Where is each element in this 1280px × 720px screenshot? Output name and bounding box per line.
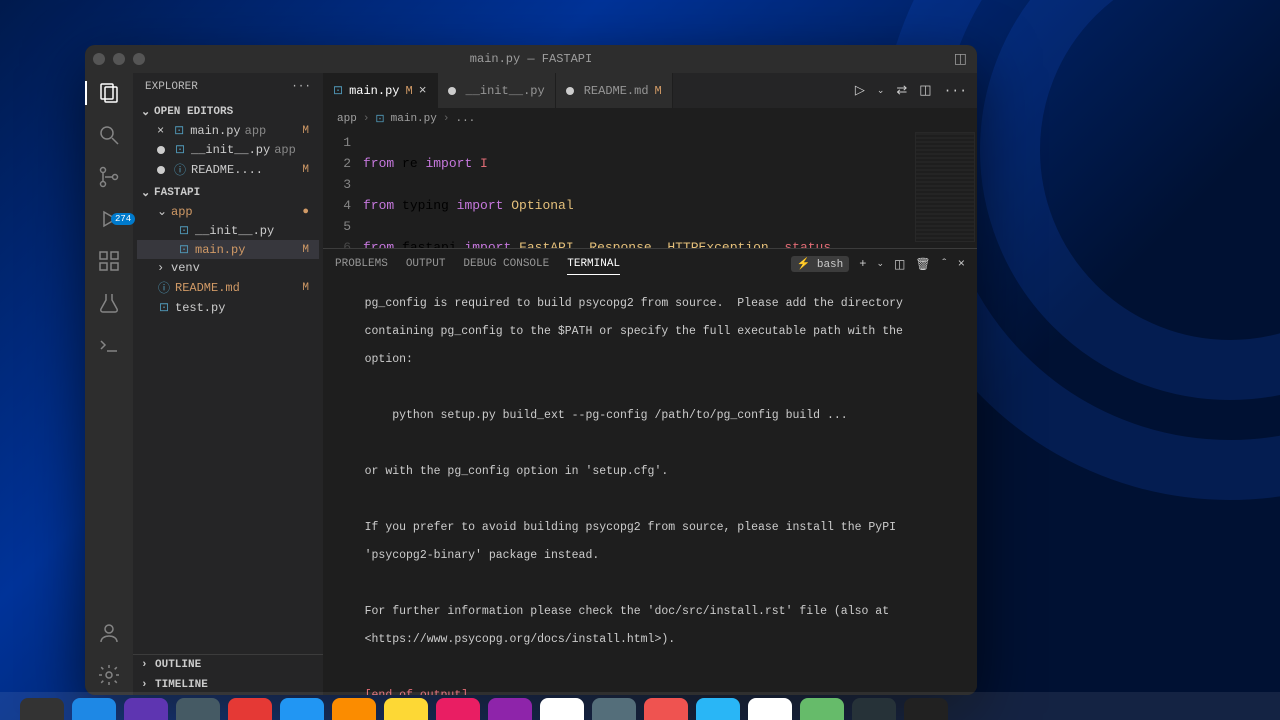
- dock-app[interactable]: [852, 698, 896, 720]
- dock-app[interactable]: [904, 698, 948, 720]
- python-file-icon: ⊡: [172, 123, 186, 138]
- run-icon[interactable]: ▷: [855, 83, 865, 98]
- sidebar-more-icon[interactable]: ···: [291, 81, 311, 93]
- open-editor-item[interactable]: ⊡ __init__.py app: [137, 140, 319, 159]
- dock-app[interactable]: [176, 698, 220, 720]
- python-file-icon: ⊡: [333, 83, 343, 98]
- python-file-icon: ⊡: [177, 223, 191, 238]
- unsaved-dot-icon: [157, 166, 165, 174]
- info-file-icon: ⓘ: [157, 279, 171, 296]
- tab-debug-console[interactable]: DEBUG CONSOLE: [463, 254, 549, 274]
- dock-app[interactable]: [592, 698, 636, 720]
- remote-icon[interactable]: [97, 333, 121, 357]
- unsaved-dot-icon: [566, 87, 574, 95]
- traffic-lights[interactable]: [93, 53, 145, 65]
- line-gutter: 123456: [323, 132, 363, 248]
- testing-icon[interactable]: [97, 291, 121, 315]
- folder-app[interactable]: ⌄app●: [137, 202, 319, 221]
- project-header[interactable]: ⌄FASTAPI: [137, 184, 319, 202]
- open-editor-item[interactable]: ⓘ README.... M: [137, 159, 319, 180]
- dock-app[interactable]: [696, 698, 740, 720]
- split-icon[interactable]: ◫: [919, 83, 931, 98]
- zoom-icon[interactable]: [133, 53, 145, 65]
- split-terminal-icon[interactable]: ◫: [894, 257, 905, 272]
- editor-area: ⊡ main.py M × __init__.py README.md M ▷ …: [323, 73, 977, 695]
- dock-app[interactable]: [748, 698, 792, 720]
- tab-problems[interactable]: PROBLEMS: [335, 254, 388, 274]
- tab-output[interactable]: OUTPUT: [406, 254, 446, 274]
- close-icon[interactable]: ×: [419, 83, 427, 98]
- chevron-down-icon[interactable]: ⌄: [876, 259, 884, 269]
- breadcrumb[interactable]: app› ⊡ main.py› ...: [323, 108, 977, 130]
- python-file-icon: ⊡: [375, 112, 384, 126]
- tab-main[interactable]: ⊡ main.py M ×: [323, 73, 438, 108]
- trash-icon[interactable]: 🗑: [915, 257, 930, 272]
- close-icon[interactable]: [93, 53, 105, 65]
- code-editor[interactable]: 123456 from re import I from typing impo…: [323, 130, 977, 248]
- tab-readme[interactable]: README.md M: [556, 73, 673, 108]
- explorer-icon[interactable]: [97, 81, 121, 105]
- python-file-icon: ⊡: [157, 300, 171, 315]
- dock-app[interactable]: [436, 698, 480, 720]
- dock-app[interactable]: [800, 698, 844, 720]
- code-lines[interactable]: from re import I from typing import Opti…: [363, 132, 831, 248]
- dock-app[interactable]: [488, 698, 532, 720]
- gear-icon[interactable]: [97, 663, 121, 687]
- tab-init[interactable]: __init__.py: [438, 73, 556, 108]
- file-readme[interactable]: ⓘREADME.mdM: [137, 277, 319, 298]
- new-terminal-icon[interactable]: +: [859, 257, 866, 271]
- dock-app[interactable]: [124, 698, 168, 720]
- info-file-icon: ⓘ: [173, 161, 187, 178]
- extensions-icon[interactable]: [97, 249, 121, 273]
- open-editors-header[interactable]: ⌄OPEN EDITORS: [137, 103, 319, 121]
- dock-app[interactable]: [20, 698, 64, 720]
- dock-app[interactable]: [644, 698, 688, 720]
- dock-app[interactable]: [540, 698, 584, 720]
- file-init[interactable]: ⊡__init__.py: [137, 221, 319, 240]
- layout-toggle-icon[interactable]: ◫: [954, 51, 967, 68]
- unsaved-dot-icon: [157, 146, 165, 154]
- search-icon[interactable]: [97, 123, 121, 147]
- compare-icon[interactable]: ⇄: [896, 83, 907, 98]
- unsaved-dot-icon: [448, 87, 456, 95]
- dock-app[interactable]: [72, 698, 116, 720]
- panel: PROBLEMS OUTPUT DEBUG CONSOLE TERMINAL ⚡…: [323, 248, 977, 695]
- file-main[interactable]: ⊡main.pyM: [137, 240, 319, 259]
- dock-app[interactable]: [228, 698, 272, 720]
- python-file-icon: ⊡: [173, 142, 187, 157]
- file-test[interactable]: ⊡test.py: [137, 298, 319, 317]
- macos-dock[interactable]: [0, 692, 1280, 720]
- sidebar: EXPLORER ··· ⌄OPEN EDITORS × ⊡ main.py a…: [133, 73, 323, 695]
- chevron-down-icon[interactable]: ⌄: [877, 86, 885, 96]
- terminal-output[interactable]: pg_config is required to build psycopg2 …: [323, 279, 977, 695]
- close-icon[interactable]: ×: [157, 124, 164, 138]
- folder-venv[interactable]: ›venv: [137, 259, 319, 277]
- activity-bar: 274: [85, 73, 133, 695]
- dock-app[interactable]: [332, 698, 376, 720]
- vscode-window: main.py — FASTAPI ◫ 274 EXPLORER ··· ⌄OP…: [85, 45, 977, 695]
- tab-bar: ⊡ main.py M × __init__.py README.md M ▷ …: [323, 73, 977, 108]
- shell-selector[interactable]: ⚡ bash: [791, 256, 850, 272]
- titlebar[interactable]: main.py — FASTAPI ◫: [85, 45, 977, 73]
- dock-app[interactable]: [384, 698, 428, 720]
- python-file-icon: ⊡: [177, 242, 191, 257]
- open-editor-item[interactable]: × ⊡ main.py app M: [137, 121, 319, 140]
- window-title: main.py — FASTAPI: [470, 52, 592, 66]
- close-panel-icon[interactable]: ×: [958, 257, 965, 271]
- account-icon[interactable]: [97, 621, 121, 645]
- source-control-icon[interactable]: [97, 165, 121, 189]
- scm-badge: 274: [111, 213, 135, 225]
- more-icon[interactable]: ···: [944, 83, 967, 98]
- tab-terminal[interactable]: TERMINAL: [567, 254, 620, 275]
- dock-app[interactable]: [280, 698, 324, 720]
- sidebar-title: EXPLORER: [145, 81, 198, 93]
- maximize-icon[interactable]: ˆ: [941, 257, 948, 271]
- minimap[interactable]: [915, 132, 975, 242]
- outline-section[interactable]: ›OUTLINE: [133, 655, 323, 675]
- minimize-icon[interactable]: [113, 53, 125, 65]
